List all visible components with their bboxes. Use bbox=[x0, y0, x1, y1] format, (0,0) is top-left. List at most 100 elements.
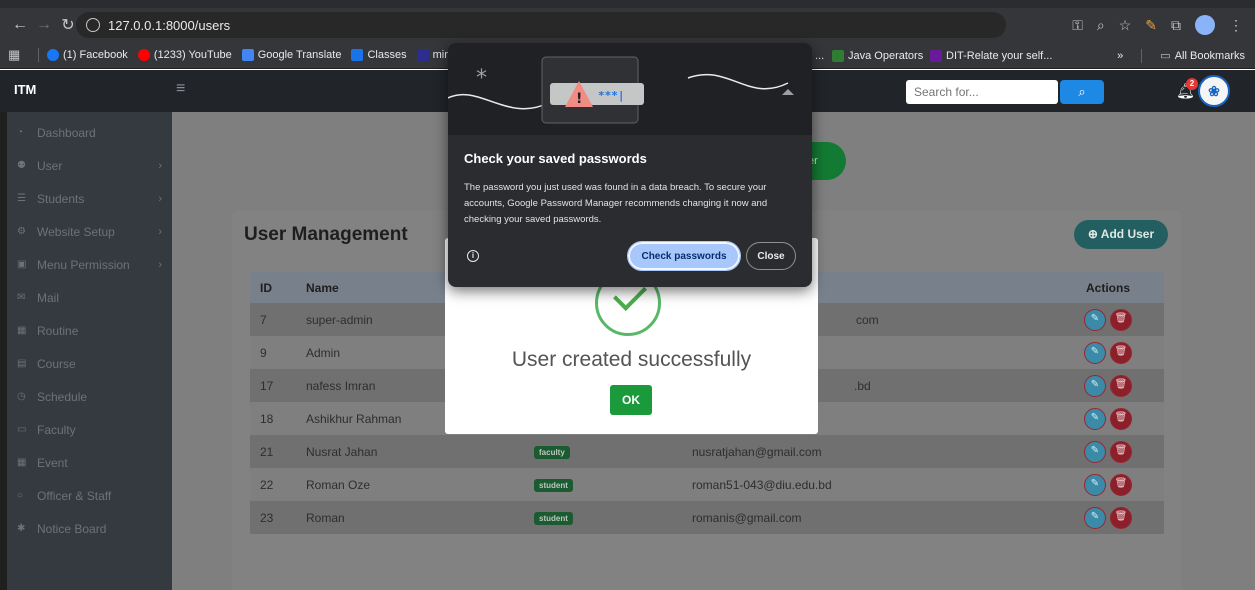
java-icon bbox=[832, 50, 844, 62]
sidebar-item-officer-staff[interactable]: ○ Officer & Staff bbox=[7, 479, 172, 512]
popup-body: The password you just used was found in … bbox=[464, 182, 768, 225]
cell-role: student bbox=[534, 510, 692, 525]
users-icon: ⚉ bbox=[17, 160, 26, 171]
delete-icon[interactable]: 🗑︎ bbox=[1110, 374, 1132, 397]
translate-icon bbox=[241, 49, 254, 61]
sidebar-item-label: Event bbox=[37, 455, 68, 470]
edit-icon[interactable]: ✎ bbox=[1084, 506, 1106, 529]
sidebar-item-course[interactable]: ▤ Course bbox=[7, 347, 172, 380]
search-input[interactable] bbox=[906, 80, 1058, 104]
bookmark-dit[interactable]: DIT-Relate your self... bbox=[930, 50, 1052, 62]
edit-icon[interactable]: ✎ bbox=[1084, 473, 1106, 496]
cell-email: nusratjahan@gmail.com bbox=[692, 444, 822, 459]
all-bookmarks[interactable]: ▭ All Bookmarks bbox=[1160, 49, 1245, 63]
edit-icon[interactable]: ✎ bbox=[1084, 407, 1106, 430]
sidebar-item-menu-permission[interactable]: ▣ Menu Permission › bbox=[7, 248, 172, 281]
page-edge bbox=[0, 112, 7, 590]
close-button[interactable]: Close bbox=[746, 242, 796, 270]
chevron-right-icon: › bbox=[158, 258, 162, 271]
sidebar-item-user[interactable]: ⚉ User › bbox=[7, 149, 172, 182]
sidebar-item-students[interactable]: ☰ Students › bbox=[7, 182, 172, 215]
sidebar-item-faculty[interactable]: ▭ Faculty bbox=[7, 413, 172, 446]
popup-title: Check your saved passwords bbox=[464, 151, 647, 166]
sidebar-item-dashboard[interactable]: ◔ Dashboard bbox=[7, 116, 172, 149]
bookmark-ellipsis-text: ... bbox=[815, 50, 825, 62]
dit-icon bbox=[930, 50, 942, 62]
search-button[interactable]: ⌕ bbox=[1060, 80, 1104, 104]
ok-button[interactable]: OK bbox=[610, 385, 652, 415]
sidebar-item-schedule[interactable]: ◷ Schedule bbox=[7, 380, 172, 413]
cell-email: romanis@gmail.com bbox=[692, 510, 802, 525]
sidebar-item-routine[interactable]: ▦ Routine bbox=[7, 314, 172, 347]
extension-icon[interactable]: ✎ bbox=[1145, 17, 1157, 34]
user-avatar[interactable]: ❀ bbox=[1198, 75, 1230, 107]
sidebar: ◔ Dashboard ⚉ User › ☰ Students › ⚙ Webs… bbox=[7, 112, 172, 590]
role-badge: faculty bbox=[534, 446, 570, 459]
menu-kebab-icon[interactable]: ⋮ bbox=[1229, 17, 1243, 34]
clock-icon: ◷ bbox=[17, 391, 26, 402]
delete-icon[interactable]: 🗑︎ bbox=[1110, 308, 1132, 331]
add-user-button[interactable]: ⊕ Add User bbox=[1074, 220, 1168, 249]
bookmark-classes[interactable]: Classes bbox=[351, 49, 407, 61]
sidebar-item-website-setup[interactable]: ⚙ Website Setup › bbox=[7, 215, 172, 248]
sidebar-item-label: Notice Board bbox=[37, 521, 107, 536]
cell-actions: ✎ 🗑︎ bbox=[1052, 506, 1164, 529]
back-icon[interactable]: ← bbox=[8, 16, 32, 34]
sidebar-item-mail[interactable]: ✉ Mail bbox=[7, 281, 172, 314]
app-logo[interactable]: ITM bbox=[14, 82, 36, 97]
delete-icon[interactable]: 🗑︎ bbox=[1110, 341, 1132, 364]
address-bar[interactable]: 127.0.0.1:8000/users bbox=[76, 12, 1006, 38]
edit-icon[interactable]: ✎ bbox=[1084, 374, 1106, 397]
table-row: 23 Roman student romanis@gmail.com ✎ 🗑︎ bbox=[250, 501, 1164, 534]
delete-icon[interactable]: 🗑︎ bbox=[1110, 407, 1132, 430]
password-illustration: * ! ***| bbox=[448, 43, 812, 135]
bookmark-youtube[interactable]: (1233) YouTube bbox=[137, 49, 232, 61]
password-key-icon[interactable]: ⚿ bbox=[1072, 17, 1083, 34]
password-check-popup: * ! ***| Check your saved passwords The … bbox=[448, 43, 812, 287]
sidebar-item-notice-board[interactable]: ✱ Notice Board bbox=[7, 512, 172, 545]
zoom-icon[interactable]: ⌕ bbox=[1097, 17, 1105, 34]
sidebar-item-label: User bbox=[37, 158, 63, 173]
mail-icon: ✉ bbox=[17, 292, 26, 303]
edit-icon[interactable]: ✎ bbox=[1084, 341, 1106, 364]
delete-icon[interactable]: 🗑︎ bbox=[1110, 440, 1132, 463]
cell-email: roman51-043@diu.edu.bd bbox=[692, 477, 832, 492]
edit-icon[interactable]: ✎ bbox=[1084, 440, 1106, 463]
sidebar-item-label: Routine bbox=[37, 323, 79, 338]
sidebar-item-label: Dashboard bbox=[37, 125, 96, 140]
cell-role: faculty bbox=[534, 444, 692, 459]
bookmarks-overflow[interactable]: » bbox=[1117, 50, 1123, 62]
sidebar-item-event[interactable]: ▦ Event bbox=[7, 446, 172, 479]
faculty-icon: ▭ bbox=[17, 424, 27, 435]
delete-icon[interactable]: 🗑︎ bbox=[1110, 473, 1132, 496]
bookmark-star-icon[interactable]: ☆ bbox=[1119, 17, 1132, 34]
menu-toggle-icon[interactable]: ≡ bbox=[176, 80, 185, 98]
puzzle-icon[interactable]: ⧉ bbox=[1171, 17, 1181, 34]
cell-id: 17 bbox=[260, 378, 274, 393]
cell-actions: ✎ 🗑︎ bbox=[1052, 341, 1164, 364]
apps-grid-icon[interactable]: ▦ bbox=[8, 47, 30, 63]
bookmark-ellipsis: ... bbox=[815, 50, 824, 62]
site-info-icon[interactable] bbox=[86, 18, 100, 32]
cell-actions: ✎ 🗑︎ bbox=[1052, 440, 1164, 463]
browser-chrome: ← → ↻ 127.0.0.1:8000/users ⚿ ⌕ ☆ ✎ ⧉ ⋮ bbox=[0, 0, 1255, 42]
table-row: 21 Nusrat Jahan faculty nusratjahan@gmai… bbox=[250, 435, 1164, 468]
forward-icon[interactable]: → bbox=[32, 16, 56, 34]
bookmark-java-operators[interactable]: Java Operators bbox=[832, 50, 923, 62]
check-passwords-button[interactable]: Check passwords bbox=[627, 241, 741, 271]
info-icon[interactable]: i bbox=[467, 250, 479, 262]
bookmark-facebook[interactable]: (1) Facebook bbox=[47, 49, 128, 61]
delete-icon[interactable]: 🗑︎ bbox=[1110, 506, 1132, 529]
cell-id: 21 bbox=[260, 444, 274, 459]
browser-profile-icon[interactable] bbox=[1195, 15, 1215, 35]
bookmark-separator bbox=[38, 48, 39, 62]
bookmark-google-translate[interactable]: Google Translate bbox=[241, 49, 341, 61]
url-text[interactable]: 127.0.0.1:8000/users bbox=[108, 18, 230, 33]
cell-name: Roman Oze bbox=[306, 477, 371, 492]
tab-strip bbox=[0, 0, 1255, 8]
edit-icon[interactable]: ✎ bbox=[1084, 308, 1106, 331]
browser-actions: ⚿ ⌕ ☆ ✎ ⧉ ⋮ bbox=[1072, 8, 1255, 42]
mind-icon bbox=[416, 49, 429, 61]
column-header-actions: Actions bbox=[1085, 280, 1130, 295]
chevron-right-icon: › bbox=[158, 192, 162, 205]
